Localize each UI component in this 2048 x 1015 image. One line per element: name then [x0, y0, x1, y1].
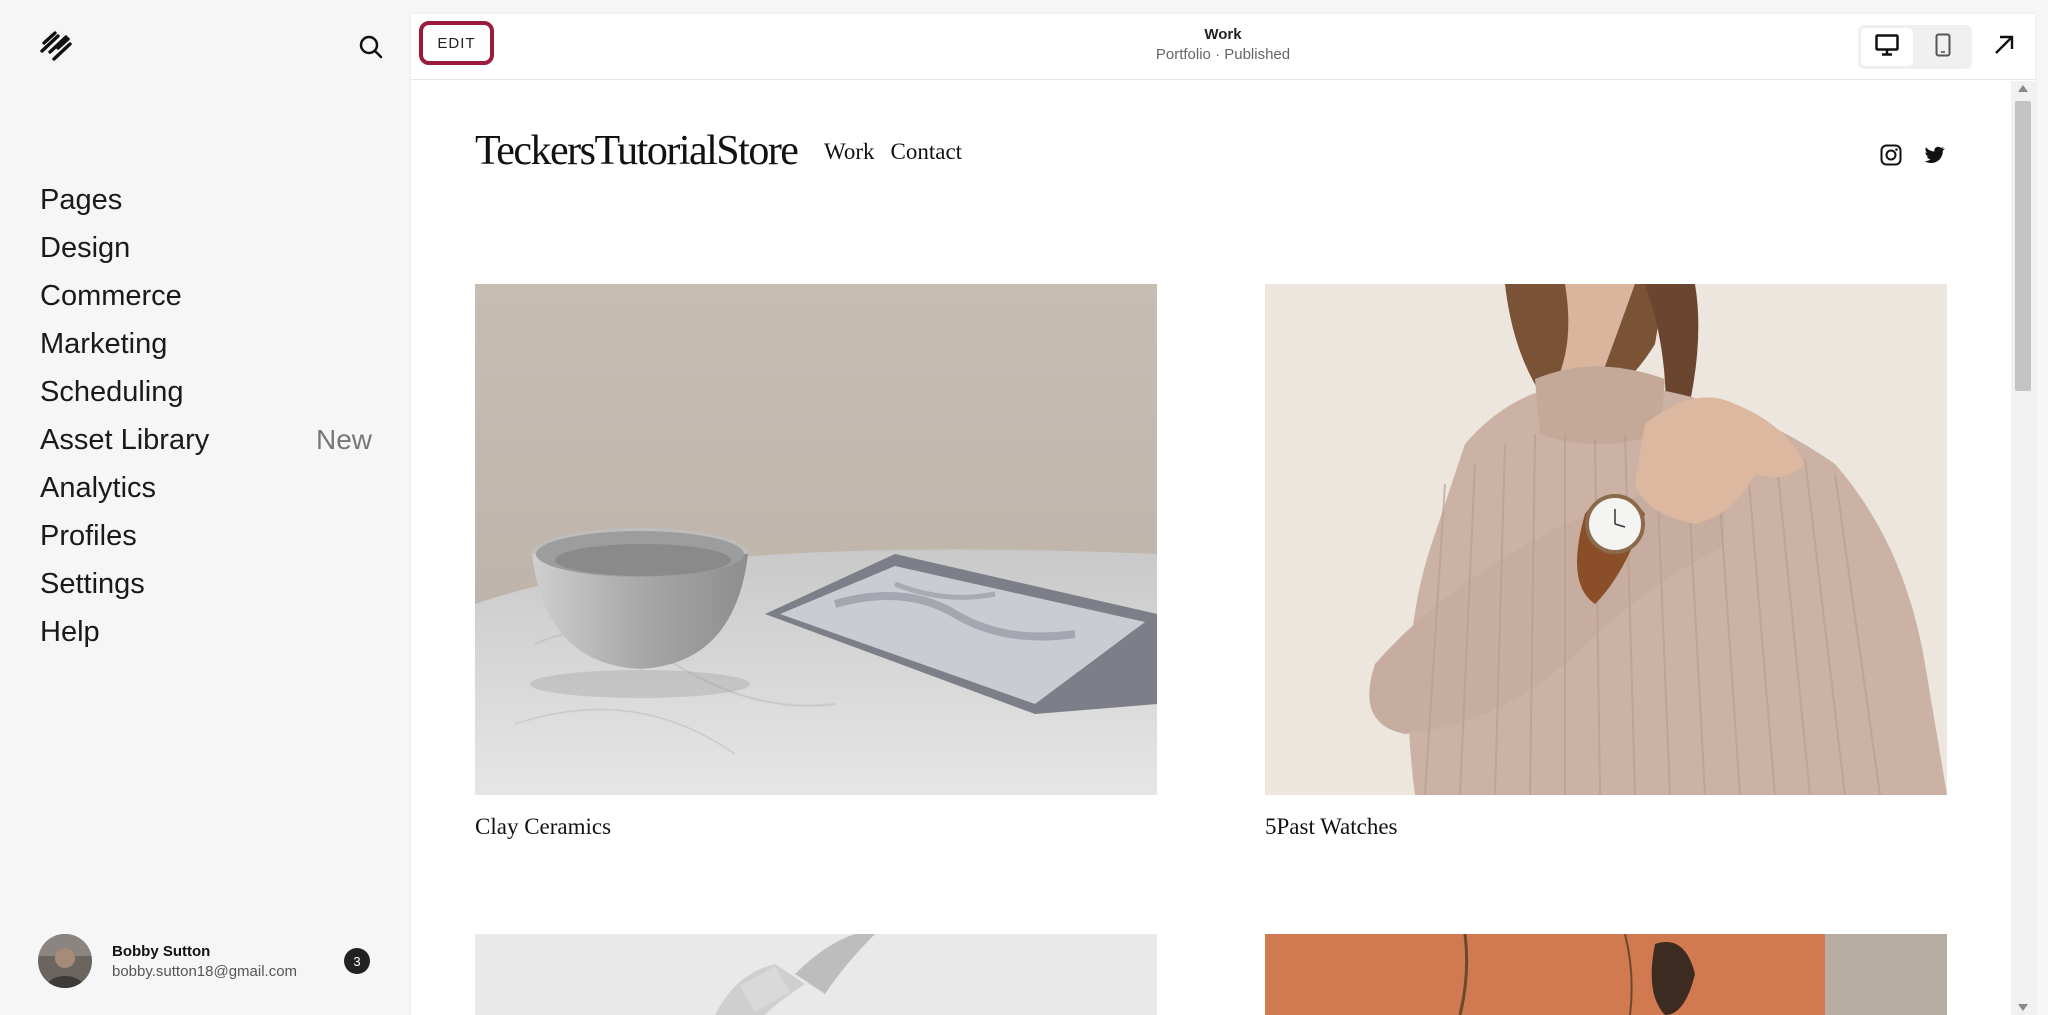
site-nav: Work Contact [824, 139, 962, 165]
user-email: bobby.sutton18@gmail.com [112, 963, 298, 980]
user-account[interactable]: Bobby Sutton bobby.sutton18@gmail.com 3 [38, 933, 378, 989]
mobile-icon [1935, 33, 1951, 62]
twitter-icon[interactable] [1922, 143, 1946, 167]
project-image-4[interactable] [1265, 934, 1947, 1015]
sidebar-item-asset-library[interactable]: Asset Library New [40, 416, 372, 464]
sidebar-item-marketing[interactable]: Marketing [40, 320, 372, 368]
sidebar-item-label: Design [40, 231, 131, 264]
clay-ceramics-image[interactable] [475, 284, 1157, 795]
sidebar-item-analytics[interactable]: Analytics [40, 464, 372, 512]
site-brand[interactable]: TeckersTutorialStore [475, 127, 799, 175]
editor-topbar: EDIT Work Portfolio · Published [411, 14, 2035, 80]
squarespace-logo-icon[interactable] [38, 30, 74, 62]
desktop-view-button[interactable] [1861, 28, 1913, 66]
scroll-thumb[interactable] [2015, 101, 2031, 391]
instagram-icon[interactable] [1879, 143, 1903, 167]
scroll-down-arrow-icon[interactable] [2018, 1004, 2028, 1011]
avatar[interactable] [38, 934, 92, 988]
sidebar-item-settings[interactable]: Settings [40, 560, 372, 608]
scroll-up-arrow-icon[interactable] [2018, 85, 2028, 92]
sidebar: Pages Design Commerce Marketing Scheduli… [0, 0, 410, 1015]
editor-panel: EDIT Work Portfolio · Published TeckersT… [411, 14, 2035, 1015]
sidebar-item-label: Profiles [40, 519, 137, 552]
sidebar-item-scheduling[interactable]: Scheduling [40, 368, 372, 416]
mobile-view-button[interactable] [1917, 28, 1969, 66]
sidebar-item-profiles[interactable]: Profiles [40, 512, 372, 560]
project-title[interactable]: 5Past Watches [1265, 814, 1398, 840]
sidebar-item-pages[interactable]: Pages [40, 176, 372, 224]
open-site-button[interactable] [1987, 30, 2021, 64]
sidebar-item-label: Asset Library [40, 423, 210, 456]
sidebar-nav: Pages Design Commerce Marketing Scheduli… [40, 176, 372, 656]
5past-watches-image[interactable] [1265, 284, 1947, 795]
search-icon[interactable] [358, 34, 384, 60]
sidebar-item-label: Pages [40, 183, 123, 216]
sidebar-item-label: Commerce [40, 279, 182, 312]
site-preview: TeckersTutorialStore Work Contact Clay C… [411, 81, 2011, 1015]
arrow-up-right-icon [1993, 34, 2015, 61]
user-name: Bobby Sutton [112, 943, 211, 960]
page-subtitle: Portfolio · Published [1155, 46, 1291, 63]
project-title[interactable]: Clay Ceramics [475, 814, 611, 840]
sidebar-item-label: Analytics [40, 471, 157, 504]
sidebar-item-help[interactable]: Help [40, 608, 372, 656]
sidebar-item-label: Marketing [40, 327, 168, 360]
desktop-icon [1875, 33, 1899, 61]
sidebar-item-label: Scheduling [40, 375, 184, 408]
site-nav-work[interactable]: Work [824, 139, 875, 165]
site-nav-contact[interactable]: Contact [891, 139, 963, 165]
sidebar-item-design[interactable]: Design [40, 224, 372, 272]
sidebar-item-commerce[interactable]: Commerce [40, 272, 372, 320]
project-image-3[interactable] [475, 934, 1157, 1015]
notification-count-badge[interactable]: 3 [344, 948, 370, 974]
device-toggle [1858, 25, 1972, 69]
new-badge: New [315, 424, 372, 455]
scrollbar[interactable] [2011, 81, 2035, 1015]
sidebar-item-label: Help [40, 615, 100, 648]
sidebar-item-label: Settings [40, 567, 145, 600]
page-title: Work [1204, 26, 1242, 43]
